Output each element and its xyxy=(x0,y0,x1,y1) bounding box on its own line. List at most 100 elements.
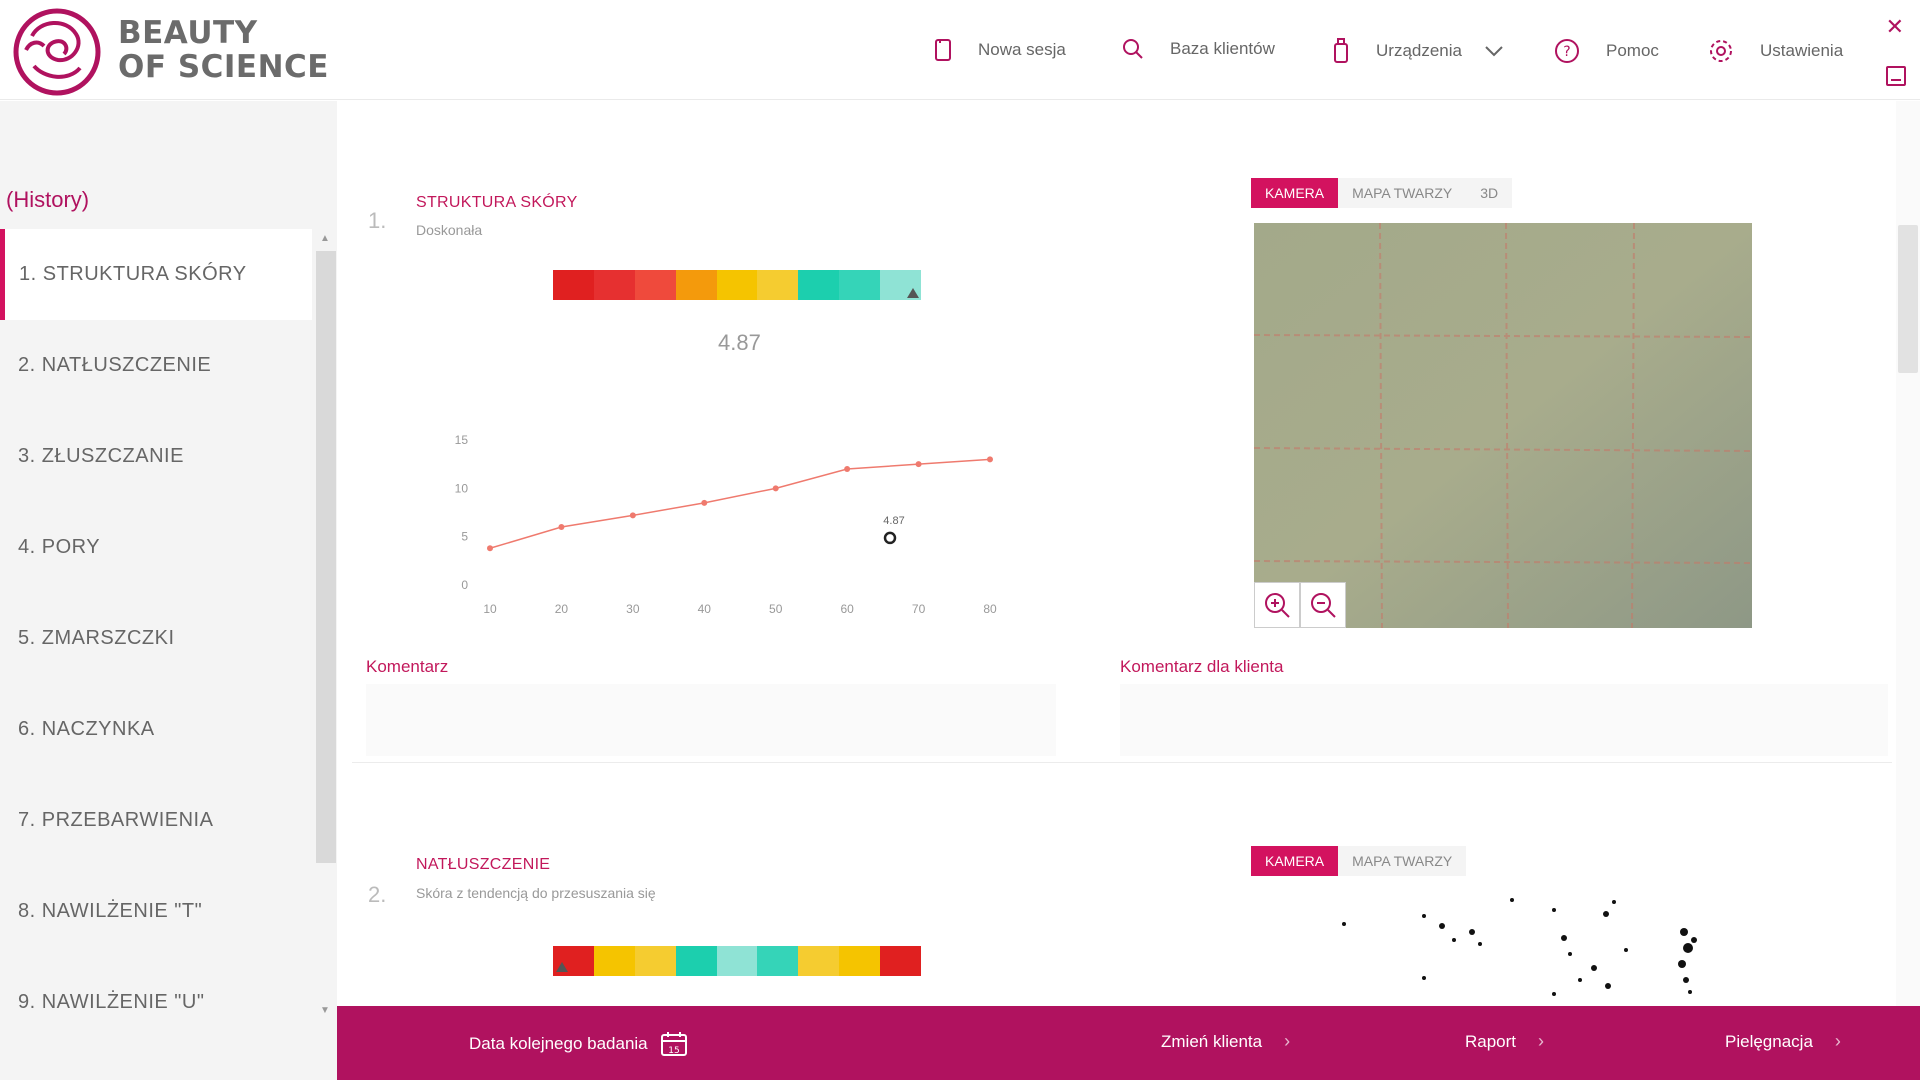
scale-segment xyxy=(839,270,881,300)
zoom-out-button[interactable] xyxy=(1300,582,1346,628)
data-point xyxy=(915,461,922,468)
sidebar-scroll-up-icon[interactable]: ▲ xyxy=(320,233,330,244)
nav-settings[interactable]: Ustawienia xyxy=(1708,38,1843,64)
help-icon: ? xyxy=(1555,39,1579,63)
sidebar-item-pores[interactable]: 4. PORY xyxy=(0,502,312,593)
section-2-camera-image xyxy=(1254,888,1752,1006)
scale-segment xyxy=(716,946,758,976)
footer-bar: Data kolejnego badania 15 Zmień klienta … xyxy=(337,1006,1920,1080)
data-point xyxy=(987,456,993,463)
nav-new-session[interactable]: Nowa sesja xyxy=(934,38,1066,62)
client-comment-input[interactable] xyxy=(1120,684,1888,756)
scale-segment xyxy=(839,946,881,976)
sidebar-list: 1. STRUKTURA SKÓRY 2. NATŁUSZCZENIE 3. Z… xyxy=(0,229,312,1048)
nav-devices[interactable]: Urządzenia xyxy=(1332,38,1504,64)
data-point xyxy=(844,466,851,472)
scale-segment xyxy=(634,946,676,976)
sidebar-scrollbar[interactable] xyxy=(316,251,336,863)
nav-help[interactable]: ? Pomoc xyxy=(1554,38,1659,64)
data-point xyxy=(558,524,565,530)
calendar-icon: 15 xyxy=(660,1032,687,1056)
report-button[interactable]: Raport › xyxy=(1465,1031,1544,1052)
sidebar-item-wrinkles[interactable]: 5. ZMARSZCZKI xyxy=(0,593,312,684)
section-2-score-scale xyxy=(553,946,922,976)
tab-face-map[interactable]: MAPA TWARZY xyxy=(1338,846,1467,876)
current-marker xyxy=(883,531,897,545)
minimize-icon[interactable] xyxy=(1886,66,1906,86)
comment-input[interactable] xyxy=(366,684,1056,756)
x-tick-label: 40 xyxy=(698,602,712,616)
report-label: Raport xyxy=(1465,1031,1517,1051)
section-1-view-tabs: KAMERA MAPA TWARZY 3D xyxy=(1251,178,1513,208)
sidebar-scroll-down-icon[interactable]: ▼ xyxy=(320,1005,330,1016)
next-exam-label: Data kolejnego badania xyxy=(469,1034,648,1053)
skin-texture-image xyxy=(1254,223,1752,628)
sidebar-item-oiliness[interactable]: 2. NATŁUSZCZENIE xyxy=(0,320,312,411)
sidebar-item-exfoliation[interactable]: 3. ZŁUSZCZANIE xyxy=(0,411,312,502)
top-bar: BEAUTY OF SCIENCE Nowa sesja Baza klient… xyxy=(0,0,1920,100)
section-1-title: STRUKTURA SKÓRY xyxy=(416,194,578,211)
y-tick-label: 10 xyxy=(455,481,469,495)
gear-icon xyxy=(1710,40,1732,62)
tab-3d[interactable]: 3D xyxy=(1466,178,1513,208)
tab-camera[interactable]: KAMERA xyxy=(1251,178,1339,208)
x-tick-label: 20 xyxy=(555,602,569,616)
data-point xyxy=(629,512,636,519)
client-comment-label: Komentarz dla klienta xyxy=(1120,657,1284,676)
sidebar-item-skin-structure[interactable]: 1. STRUKTURA SKÓRY xyxy=(0,229,312,320)
x-tick-label: 50 xyxy=(769,602,783,616)
nav-client-base[interactable]: Baza klientów xyxy=(1122,38,1275,60)
nav-devices-label: Urządzenia xyxy=(1376,41,1462,60)
brand-line-1: BEAUTY xyxy=(118,15,258,51)
section-2-title: NATŁUSZCZENIE xyxy=(416,856,551,873)
chevron-right-icon: › xyxy=(1284,1031,1291,1051)
section-divider xyxy=(352,762,1892,763)
tab-face-map[interactable]: MAPA TWARZY xyxy=(1338,178,1467,208)
history-link[interactable]: (History) xyxy=(6,187,89,213)
sidebar-item-capillaries[interactable]: 6. NACZYNKA xyxy=(0,684,312,775)
x-tick-label: 70 xyxy=(912,602,926,616)
change-client-button[interactable]: Zmień klienta › xyxy=(1161,1031,1290,1052)
y-tick-label: 0 xyxy=(461,578,468,592)
x-tick-label: 60 xyxy=(840,602,854,616)
nav-client-base-label: Baza klientów xyxy=(1170,39,1275,58)
tab-camera[interactable]: KAMERA xyxy=(1251,846,1339,876)
change-client-label: Zmień klienta xyxy=(1161,1031,1263,1051)
nav-help-label: Pomoc xyxy=(1606,41,1659,60)
sidebar-item-discoloration[interactable]: 7. PRZEBARWIENIA xyxy=(0,775,312,866)
next-exam-button[interactable]: Data kolejnego badania 15 xyxy=(469,1031,688,1057)
x-tick-label: 80 xyxy=(983,602,997,616)
close-icon[interactable]: ✕ xyxy=(1886,14,1904,40)
sidebar: (History) 1. STRUKTURA SKÓRY 2. NATŁUSZC… xyxy=(0,101,337,1080)
care-label: Pielęgnacja xyxy=(1725,1031,1813,1051)
scale-segment xyxy=(757,946,799,976)
search-icon xyxy=(1123,39,1143,59)
care-button[interactable]: Pielęgnacja › xyxy=(1725,1031,1841,1052)
section-2-subtitle: Skóra z tendencją do przesuszania się xyxy=(416,885,656,901)
main-scrollbar[interactable] xyxy=(1896,101,1920,1006)
x-tick-label: 30 xyxy=(626,602,640,616)
scale-segment xyxy=(593,946,635,976)
current-marker-label: 4.87 xyxy=(883,515,904,527)
scale-pointer-icon xyxy=(556,962,568,972)
series-line xyxy=(489,458,991,549)
section-2-number: 2. xyxy=(368,882,387,907)
section-1-subtitle: Doskonała xyxy=(416,222,483,238)
main-scrollbar-thumb[interactable] xyxy=(1898,225,1918,373)
nav-settings-label: Ustawienia xyxy=(1760,41,1844,60)
oil-map-image xyxy=(1342,898,1697,996)
device-icon xyxy=(1334,38,1348,63)
section-1-number: 1. xyxy=(368,208,387,233)
sidebar-item-hydration-u[interactable]: 9. NAWILŻENIE "U" xyxy=(0,957,312,1048)
brand-name: BEAUTY OF SCIENCE xyxy=(118,16,329,84)
brand-logo xyxy=(13,8,101,96)
scale-segment xyxy=(716,270,758,300)
zoom-in-button[interactable] xyxy=(1254,582,1300,628)
y-tick-label: 15 xyxy=(455,433,469,447)
scale-segment xyxy=(553,270,594,300)
chevron-right-icon: › xyxy=(1538,1031,1545,1051)
zoom-in-icon xyxy=(1265,593,1290,618)
data-point xyxy=(487,545,493,552)
scale-segment xyxy=(798,946,840,976)
sidebar-item-hydration-t[interactable]: 8. NAWILŻENIE "T" xyxy=(0,866,312,957)
